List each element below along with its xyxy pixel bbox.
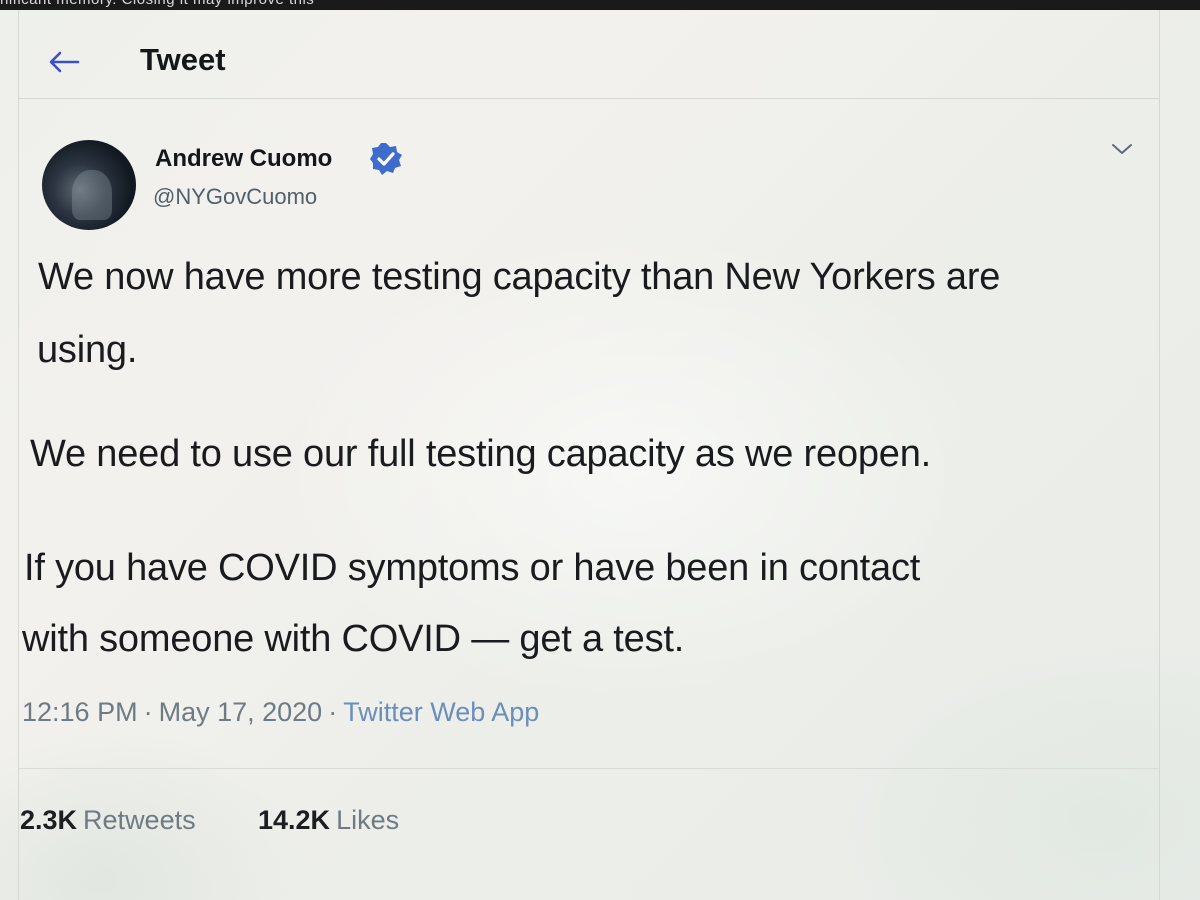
author-handle[interactable]: @NYGovCuomo <box>153 184 317 210</box>
chevron-down-icon <box>1112 144 1132 154</box>
verified-badge-icon <box>370 143 402 175</box>
retweets-stat[interactable]: 2.3K Retweets <box>20 805 196 836</box>
author-name[interactable]: Andrew Cuomo <box>155 145 332 173</box>
tweet-meta: 12:16 PM · May 17, 2020 · Twitter Web App <box>22 697 539 728</box>
likes-label: Likes <box>336 805 400 835</box>
meta-separator: · <box>328 697 338 727</box>
top-strip-text: nificant memory. Closing it may improve … <box>0 0 314 8</box>
tweet-text-line: with someone with COVID — get a test. <box>22 618 685 660</box>
tweet-date[interactable]: May 17, 2020 <box>159 697 323 727</box>
tweet-text-line: using. <box>37 329 138 371</box>
tweet-text-line: We now have more testing capacity than N… <box>38 256 1001 298</box>
tweet-time[interactable]: 12:16 PM <box>22 697 138 727</box>
divider <box>18 768 1159 769</box>
arrow-left-icon <box>49 51 80 73</box>
retweets-label: Retweets <box>83 805 196 835</box>
likes-count: 14.2K <box>258 805 331 835</box>
more-options-button[interactable] <box>1106 134 1138 164</box>
likes-stat[interactable]: 14.2K Likes <box>258 805 399 836</box>
retweets-count: 2.3K <box>20 805 78 835</box>
window-top-strip: nificant memory. Closing it may improve … <box>0 0 1200 10</box>
meta-separator: · <box>143 697 153 727</box>
avatar-figure <box>72 170 112 220</box>
tweet-source[interactable]: Twitter Web App <box>343 697 539 727</box>
tweet-text-line: If you have COVID symptoms or have been … <box>24 547 921 589</box>
page-title: Tweet <box>140 42 226 77</box>
tweet-text-line: We need to use our full testing capacity… <box>30 433 932 475</box>
back-button[interactable] <box>44 44 84 80</box>
avatar[interactable] <box>42 140 136 230</box>
